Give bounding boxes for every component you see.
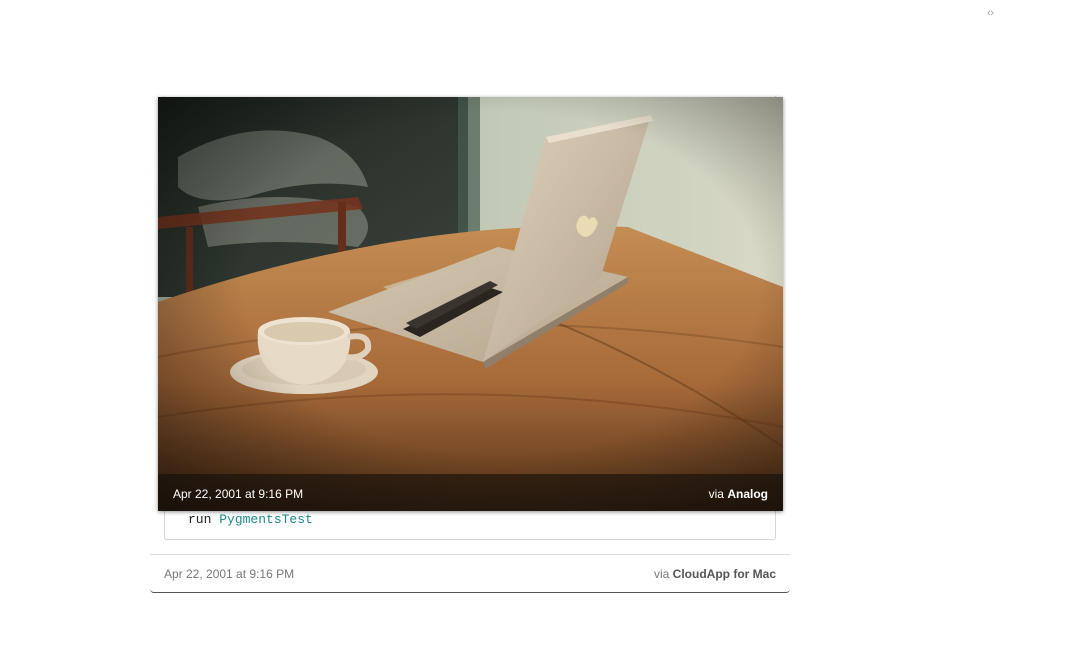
photo-caption: Apr 22, 2001 at 9:16 PM via Analog [158,474,783,511]
code-identifier: PygmentsTest [219,512,313,527]
code-toggle-icon[interactable]: ‹› [980,6,1000,20]
card-footer: Apr 22, 2001 at 9:16 PM via CloudApp for… [164,567,776,583]
via-source-link[interactable]: CloudApp for Mac [673,567,776,581]
card-divider [150,554,790,555]
code-keyword: run [188,512,212,527]
photo-date: Apr 22, 2001 at 9:16 PM [173,487,304,501]
photo-image [158,97,783,511]
via-prefix: via [653,567,670,581]
photo-via-source[interactable]: Analog [727,487,768,501]
photo-via-prefix: via [708,487,724,501]
photo-via: via Analog [709,487,768,501]
post-date: Apr 22, 2001 at 9:16 PM [164,567,295,581]
photo[interactable]: Apr 22, 2001 at 9:16 PM via Analog [158,97,783,511]
post-via: via CloudApp for Mac [654,567,776,581]
code-line: run PygmentsTest [188,512,313,527]
